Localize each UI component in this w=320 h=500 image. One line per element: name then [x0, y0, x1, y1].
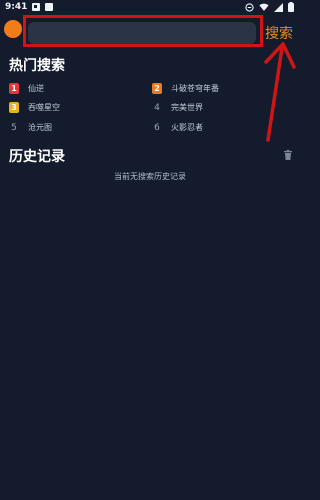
rank-number: 6: [154, 122, 160, 133]
arrow-annotation: [264, 42, 296, 142]
hot-search-label: 完美世界: [171, 103, 203, 112]
rank-badge: 3: [9, 102, 19, 113]
hot-search-item[interactable]: 6 火影忍者: [152, 122, 203, 133]
wifi-icon: [259, 3, 269, 11]
hot-search-title: 热门搜索: [9, 58, 65, 74]
hot-search-label: 斗破苍穹年番: [171, 84, 219, 93]
status-bar: 9:41: [0, 0, 300, 16]
photo-icon: [32, 3, 41, 11]
trash-icon[interactable]: [284, 150, 292, 160]
status-right: [245, 2, 294, 12]
signal-icon: [274, 2, 283, 12]
rank-badge: 2: [152, 83, 162, 94]
history-title: 历史记录: [9, 149, 65, 165]
battery-icon: [288, 2, 294, 12]
hot-search-item[interactable]: 1 仙逆: [9, 83, 44, 94]
hot-search-item[interactable]: 5 沧元图: [9, 122, 52, 133]
rank-number: 5: [11, 122, 17, 133]
search-input[interactable]: [28, 22, 256, 44]
search-button[interactable]: 搜索: [265, 23, 293, 43]
hot-search-label: 沧元图: [28, 123, 52, 132]
minus-circle-icon: [245, 2, 254, 12]
hot-search-label: 仙逆: [28, 84, 44, 93]
status-time: 9:41: [5, 2, 28, 12]
hot-search-label: 火影忍者: [171, 123, 203, 132]
hot-search-item[interactable]: 2 斗破苍穹年番: [152, 83, 219, 94]
hot-search-item[interactable]: 3 吞噬星空: [9, 102, 60, 113]
rank-number: 4: [154, 102, 160, 113]
hot-search-item[interactable]: 4 完美世界: [152, 102, 203, 113]
search-screen: 9:41 搜索 热门搜索 1 仙逆 2 斗破苍穹年番 3 吞噬星空 4 完美世界…: [0, 0, 300, 500]
hot-search-label: 吞噬星空: [28, 103, 60, 112]
status-left: 9:41: [5, 2, 54, 12]
back-icon[interactable]: [4, 20, 22, 38]
download-icon: [45, 3, 54, 11]
rank-badge: 1: [9, 83, 19, 94]
empty-history-message: 当前无搜索历史记录: [114, 172, 186, 181]
